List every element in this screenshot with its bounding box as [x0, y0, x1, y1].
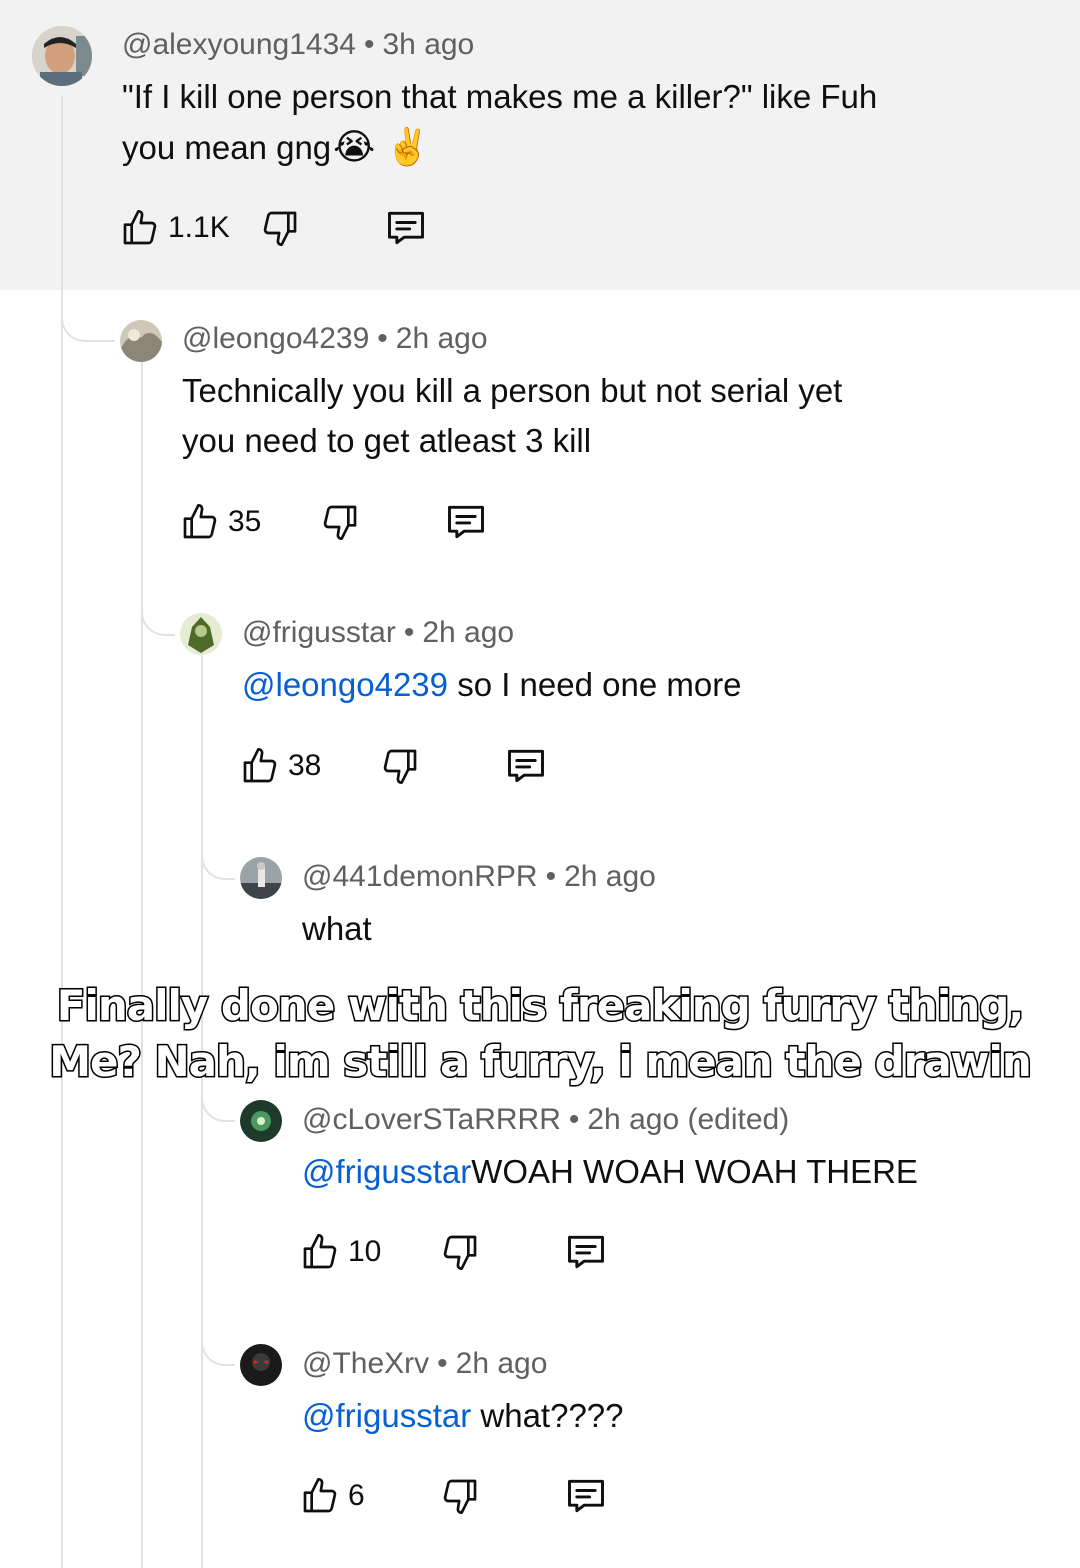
reply-button[interactable] [384, 206, 428, 250]
reply-comment-icon [444, 500, 488, 544]
thread-line-level2 [141, 360, 143, 1568]
avatar[interactable] [120, 320, 162, 362]
reply-button[interactable] [444, 500, 488, 544]
like-button[interactable]: 10 [300, 1230, 381, 1274]
separator-dot: • [403, 616, 415, 649]
mention-link[interactable]: @frigusstar [302, 1153, 471, 1190]
comment-actions: 10 [300, 1230, 620, 1278]
comment-text: @leongo4239 so I need one more [242, 660, 1042, 710]
comment-text-fragment: WOAH WOAH WOAH THERE [471, 1153, 918, 1190]
author-handle[interactable]: @leongo4239 [182, 322, 369, 355]
comment-text: Technically you kill a person but not se… [182, 366, 1042, 466]
comment-actions: 35 [180, 500, 500, 548]
like-button[interactable]: 6 [300, 1474, 365, 1518]
comment-meta: @alexyoung1434 • 3h ago [122, 28, 474, 62]
dislike-button[interactable] [320, 500, 360, 544]
comment-text: @frigusstar what???? [302, 1391, 1062, 1441]
timestamp[interactable]: 2h ago [396, 322, 488, 355]
reply-comment-icon [564, 1230, 608, 1274]
comment-text-line: Technically you kill a person but not se… [182, 372, 843, 409]
dislike-button[interactable] [260, 206, 300, 250]
comment-meta: @cLoverSTaRRRR • 2h ago (edited) [302, 1103, 789, 1137]
like-count: 38 [288, 749, 322, 782]
comment-text: "If I kill one person that makes me a ki… [122, 72, 1022, 173]
like-count: 10 [348, 1235, 382, 1268]
comment-text-line: you mean gng😭 ✌️ [122, 122, 1022, 173]
author-handle[interactable]: @frigusstar [242, 616, 396, 649]
thread-connector [201, 1316, 235, 1366]
timestamp[interactable]: 2h ago (edited) [587, 1103, 789, 1136]
like-count: 35 [228, 505, 262, 538]
like-count: 6 [348, 1479, 365, 1512]
timestamp[interactable]: 2h ago [564, 860, 656, 893]
caption-line: Me? Nah, im still a furry, i mean the dr… [48, 1036, 1034, 1088]
comment-actions: 6 [300, 1474, 620, 1522]
thumbs-down-icon [440, 1474, 480, 1518]
thread-line-level3 [201, 654, 203, 1568]
dislike-button[interactable] [440, 1230, 480, 1274]
like-count: 1.1K [168, 211, 230, 244]
reply-comment-icon [384, 206, 428, 250]
comment-text-line: "If I kill one person that makes me a ki… [122, 78, 878, 115]
victory-hand-emoji: ✌️ [385, 126, 431, 167]
dislike-button[interactable] [440, 1474, 480, 1518]
like-button[interactable]: 38 [240, 744, 321, 788]
comment-text: @frigusstarWOAH WOAH WOAH THERE [302, 1147, 1062, 1197]
dislike-button[interactable] [380, 744, 420, 788]
reply-comment-icon [504, 744, 548, 788]
author-handle[interactable]: @TheXrv [302, 1347, 429, 1380]
thumbs-down-icon [260, 206, 300, 250]
thumbs-up-icon [300, 1474, 340, 1518]
caption-line: Finally done with this freaking furry th… [55, 980, 1025, 1032]
mention-link[interactable]: @frigusstar [302, 1397, 471, 1434]
crying-emoji: 😭 [333, 126, 376, 167]
thumbs-down-icon [380, 744, 420, 788]
comment-text-fragment: so I need one more [457, 666, 742, 703]
thumbs-up-icon [240, 744, 280, 788]
comment-text-fragment: you mean gng [122, 129, 332, 166]
timestamp[interactable]: 3h ago [382, 28, 474, 61]
reply-button[interactable] [564, 1474, 608, 1518]
comment-actions: 38 [240, 744, 560, 792]
comment-meta: @441demonRPR • 2h ago [302, 860, 656, 894]
timestamp[interactable]: 2h ago [422, 616, 514, 649]
video-caption-overlay: Finally done with this freaking furry th… [0, 978, 1080, 1090]
thread-connector [141, 596, 175, 636]
separator-dot: • [377, 322, 388, 355]
comment-meta: @leongo4239 • 2h ago [182, 322, 488, 356]
thumbs-up-icon [180, 500, 220, 544]
timestamp[interactable]: 2h ago [456, 1347, 548, 1380]
reply-comment-icon [564, 1474, 608, 1518]
author-handle[interactable]: @cLoverSTaRRRR [302, 1103, 561, 1136]
avatar[interactable] [180, 613, 222, 655]
comment-text: what [302, 910, 372, 947]
avatar[interactable] [240, 1100, 282, 1142]
separator-dot: • [545, 860, 557, 893]
like-button[interactable]: 35 [180, 500, 261, 544]
reply-button[interactable] [504, 744, 548, 788]
thread-connector [201, 830, 235, 880]
thumbs-up-icon [300, 1230, 340, 1274]
mention-link[interactable]: @leongo4239 [242, 666, 448, 703]
separator-dot: • [568, 1103, 580, 1136]
author-handle[interactable]: @alexyoung1434 [122, 28, 356, 61]
avatar[interactable] [32, 26, 92, 86]
reply-button[interactable] [564, 1230, 608, 1274]
comment-meta: @frigusstar • 2h ago [242, 616, 514, 650]
thumbs-down-icon [320, 500, 360, 544]
avatar[interactable] [240, 857, 282, 899]
like-button[interactable]: 1.1K [120, 206, 230, 250]
comment-actions: 1.1K [120, 206, 440, 254]
comment-meta: @TheXrv • 2h ago [302, 1347, 547, 1381]
thumbs-up-icon [120, 206, 160, 250]
thumbs-down-icon [440, 1230, 480, 1274]
comment-text-line: you need to get atleast 3 kill [182, 422, 592, 459]
separator-dot: • [363, 28, 375, 61]
avatar[interactable] [240, 1344, 282, 1386]
author-handle[interactable]: @441demonRPR [302, 860, 538, 893]
separator-dot: • [437, 1347, 448, 1380]
thread-connector [61, 290, 115, 342]
comment-text-fragment: what???? [480, 1397, 624, 1434]
